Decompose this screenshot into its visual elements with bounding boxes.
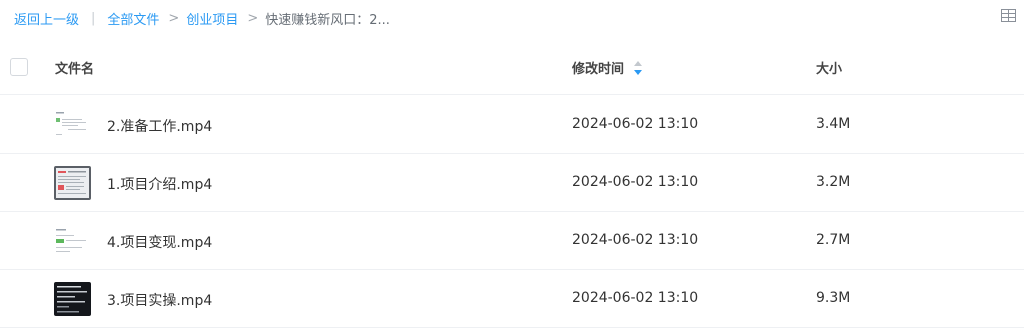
file-size: 3.2M (816, 174, 851, 190)
back-link[interactable]: 返回上一级 (14, 9, 79, 28)
video-thumbnail-icon (54, 108, 91, 142)
table-row[interactable]: 3.项目实操.mp4 2024-06-02 13:10 9.3M (0, 270, 1024, 328)
column-header-name[interactable]: 文件名 (55, 58, 94, 77)
video-thumbnail-icon (54, 282, 91, 316)
column-header-size[interactable]: 大小 (816, 58, 842, 77)
file-name[interactable]: 2.准备工作.mp4 (107, 116, 212, 136)
file-modified-time: 2024-06-02 13:10 (572, 232, 699, 248)
file-size: 9.3M (816, 290, 851, 306)
file-name[interactable]: 3.项目实操.mp4 (107, 290, 212, 310)
breadcrumb-all-files[interactable]: 全部文件 (107, 9, 159, 28)
breadcrumb-separator: > (168, 10, 180, 26)
grid-list-icon[interactable] (1001, 9, 1016, 22)
file-name[interactable]: 1.项目介绍.mp4 (107, 174, 212, 194)
sort-arrows-icon[interactable] (634, 60, 643, 75)
file-name[interactable]: 4.项目变现.mp4 (107, 232, 212, 252)
file-size: 2.7M (816, 232, 851, 248)
breadcrumb-current-folder: 快速赚钱新风口：2... (265, 12, 390, 28)
table-row[interactable]: 4.项目变现.mp4 2024-06-02 13:10 2.7M (0, 212, 1024, 270)
file-modified-time: 2024-06-02 13:10 (572, 290, 699, 306)
file-size: 3.4M (816, 116, 851, 132)
video-thumbnail-icon (54, 166, 91, 200)
breadcrumb-separator: > (247, 10, 259, 26)
file-modified-time: 2024-06-02 13:10 (572, 116, 699, 132)
table-row[interactable]: 2.准备工作.mp4 2024-06-02 13:10 3.4M (0, 96, 1024, 154)
file-modified-time: 2024-06-02 13:10 (572, 174, 699, 190)
table-header: 文件名 修改时间 大小 (0, 38, 1024, 95)
column-header-time[interactable]: 修改时间 (572, 58, 643, 77)
table-row[interactable]: 1.项目介绍.mp4 2024-06-02 13:10 3.2M (0, 154, 1024, 212)
column-header-time-label: 修改时间 (572, 62, 625, 77)
video-thumbnail-icon (54, 224, 91, 258)
breadcrumb-divider: | (91, 10, 96, 26)
breadcrumb-startup-projects[interactable]: 创业项目 (186, 9, 238, 28)
breadcrumb: 返回上一级 | 全部文件 > 创业项目 > 快速赚钱新风口：2... (14, 8, 390, 28)
select-all-checkbox[interactable] (10, 58, 28, 76)
